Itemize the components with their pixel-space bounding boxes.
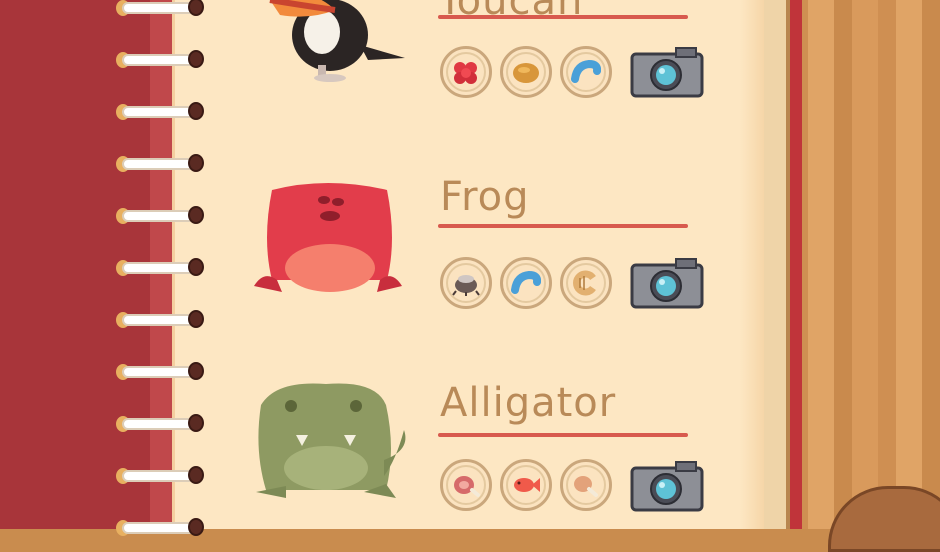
food-slot-meat[interactable]: [440, 459, 492, 511]
meat-icon: [454, 476, 480, 497]
worm-icon: [571, 59, 601, 83]
page-stack: [764, 0, 790, 529]
spiral-ring: [116, 362, 204, 380]
spiral-ring: [116, 258, 204, 276]
toucan-icon[interactable]: [250, 0, 410, 85]
camera-icon[interactable]: [628, 253, 706, 311]
spiral-ring: [116, 154, 204, 172]
bookmark-strip: [790, 0, 802, 529]
fish-icon: [514, 478, 540, 492]
camera-icon[interactable]: [628, 42, 706, 100]
spiral-ring: [116, 102, 204, 120]
berries-icon: [454, 62, 477, 84]
spiral-ring: [116, 414, 204, 432]
food-slot-beetle[interactable]: [440, 257, 492, 309]
animal-name: Toucan: [438, 0, 584, 24]
food-slot-fish[interactable]: [500, 459, 552, 511]
animal-name: Frog: [440, 174, 530, 220]
frog-icon[interactable]: [252, 180, 407, 298]
name-underline: [438, 15, 688, 19]
drumstick-icon: [574, 476, 598, 497]
spiral-ring: [116, 466, 204, 484]
food-slot-drumstick[interactable]: [560, 459, 612, 511]
name-underline: [438, 224, 688, 228]
animal-name: Alligator: [440, 380, 617, 426]
spiral-ring: [116, 0, 204, 16]
name-underline: [438, 433, 688, 437]
spiral-ring: [116, 518, 204, 536]
grub-icon: [573, 270, 596, 296]
spiral-ring: [116, 206, 204, 224]
food-slot-berries[interactable]: [440, 46, 492, 98]
food-slot-worm[interactable]: [560, 46, 612, 98]
spiral-ring: [116, 50, 204, 68]
food-slot-nut[interactable]: [500, 46, 552, 98]
food-slot-grub[interactable]: [560, 257, 612, 309]
spiral-ring: [116, 310, 204, 328]
camera-icon[interactable]: [628, 456, 706, 514]
beetle-icon: [452, 275, 480, 296]
food-slot-worm[interactable]: [500, 257, 552, 309]
alligator-icon[interactable]: [246, 380, 411, 505]
nut-icon: [513, 63, 539, 83]
page-shade: [740, 0, 764, 529]
worm-icon: [511, 270, 541, 294]
